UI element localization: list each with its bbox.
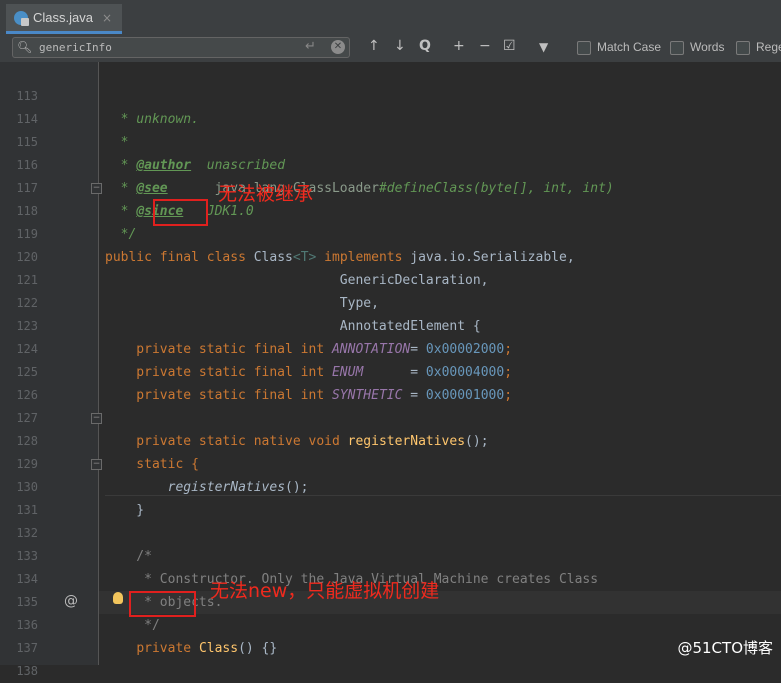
regex-checkbox[interactable] xyxy=(736,41,750,55)
code-line: 129 registerNatives(); xyxy=(0,430,781,495)
final-highlight-box xyxy=(153,199,208,226)
code-line: 113 * unknown. xyxy=(0,62,781,127)
private-highlight-box xyxy=(129,591,196,617)
code-line: 124 private static final int ENUM = 0x00… xyxy=(0,315,781,380)
close-icon[interactable]: × xyxy=(102,11,112,25)
code-line: 126 xyxy=(0,361,781,402)
code-line: 131 xyxy=(0,476,781,517)
code-line: 130 } xyxy=(0,453,781,518)
code-line: 118 */ xyxy=(0,177,781,242)
tab-label: Class.java xyxy=(33,10,93,25)
code-line: 125 private static final int SYNTHETIC =… xyxy=(0,338,781,403)
watermark: @51CTO博客 xyxy=(677,639,773,657)
code-line: 133 * Constructor. Only the Java Virtual… xyxy=(0,522,781,587)
tab-class-java[interactable]: Class.java × xyxy=(6,4,123,34)
code-line: 138 xyxy=(0,637,781,678)
add-occurrence-button[interactable]: + xyxy=(453,38,465,54)
words-label[interactable]: Words xyxy=(690,40,724,54)
find-toolbar: 🔍︎ ↵ ✕ ↑ ↓ Q + − ☑ ▼ Match Case Words Re… xyxy=(0,34,781,63)
filter-icon[interactable]: ▼ xyxy=(539,40,548,54)
override-marker-icon[interactable]: @ xyxy=(64,593,78,609)
code-line: 127 private static native void registerN… xyxy=(0,384,781,449)
lightbulb-icon[interactable] xyxy=(113,592,123,604)
code-line: 134 * objects. xyxy=(0,545,781,610)
code-line: 121 Type, xyxy=(0,246,781,311)
code-line: 128 static { xyxy=(0,407,781,472)
previous-occurrence-button[interactable]: ↑ xyxy=(368,38,380,54)
code-line: 120 GenericDeclaration, xyxy=(0,223,781,288)
code-line: 132 /* xyxy=(0,499,781,564)
code-line: 119 public final class Class<T> implemen… xyxy=(0,200,781,265)
match-case-label[interactable]: Match Case xyxy=(597,40,661,54)
editor-tab-bar: Class.java × xyxy=(0,0,781,35)
select-all-occurrences-button[interactable]: ☑ xyxy=(503,38,516,54)
constructor-annotation: 无法new，只能虚拟机创建 xyxy=(210,580,440,602)
code-line: 114 * xyxy=(0,85,781,150)
search-field[interactable]: 🔍︎ ↵ ✕ xyxy=(12,37,350,58)
code-line: 137 xyxy=(0,614,781,655)
fold-marker-icon[interactable]: − xyxy=(91,413,102,424)
find-all-button[interactable]: Q xyxy=(419,38,431,54)
fold-marker-icon[interactable]: − xyxy=(91,183,102,194)
clear-search-icon[interactable]: ✕ xyxy=(331,40,345,54)
regex-label[interactable]: Rege xyxy=(756,40,781,54)
next-occurrence-button[interactable]: ↓ xyxy=(394,38,406,54)
code-line: 115 * @author unascribed xyxy=(0,108,781,173)
line-number: 138 xyxy=(16,664,38,678)
java-class-icon xyxy=(14,10,29,26)
code-line: 116 * @see java.lang.ClassLoader#defineC… xyxy=(0,131,781,196)
code-line: 117 * @since JDK1.0 xyxy=(0,154,781,219)
match-case-checkbox[interactable] xyxy=(577,41,591,55)
words-checkbox[interactable] xyxy=(670,41,684,55)
code-line: 122 AnnotatedElement { xyxy=(0,269,781,334)
remove-occurrence-button[interactable]: − xyxy=(479,38,491,54)
fold-marker-icon[interactable]: − xyxy=(91,459,102,470)
search-input[interactable] xyxy=(39,39,309,55)
final-annotation: 无法被继承 xyxy=(218,183,314,205)
code-line: 123 private static final int ANNOTATION=… xyxy=(0,292,781,357)
search-icon[interactable]: 🔍︎ xyxy=(17,40,32,54)
enter-icon: ↵ xyxy=(305,39,316,54)
